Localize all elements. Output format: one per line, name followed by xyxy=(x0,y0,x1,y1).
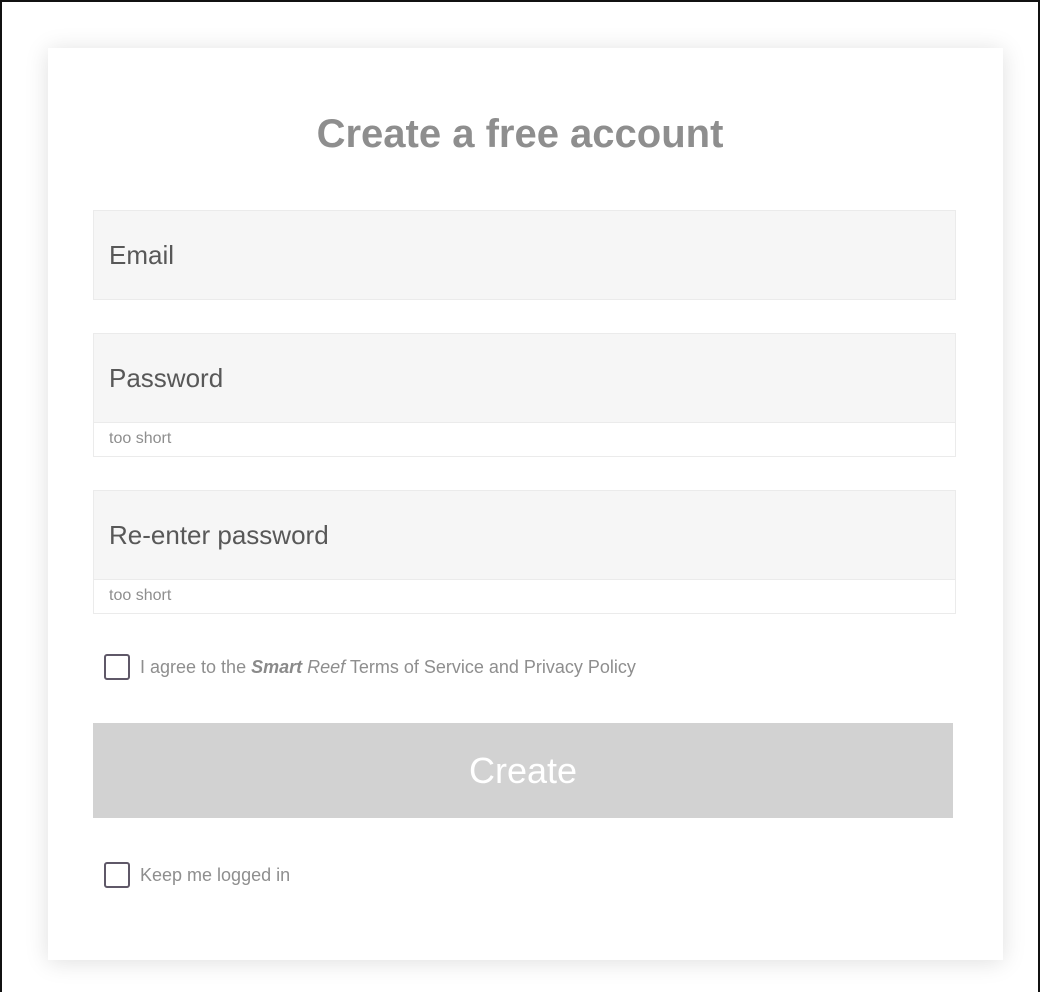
terms-checkbox[interactable] xyxy=(104,654,130,680)
password-field-wrapper: too short xyxy=(93,333,956,457)
keep-logged-in-label[interactable]: Keep me logged in xyxy=(140,865,290,886)
confirm-password-input[interactable] xyxy=(94,491,955,579)
terms-row: I agree to the Smart Reef Terms of Servi… xyxy=(104,654,636,680)
brand-name-reef: Reef xyxy=(302,656,346,677)
page-title: Create a free account xyxy=(316,112,724,156)
keep-logged-in-checkbox[interactable] xyxy=(104,862,130,888)
email-field-wrapper xyxy=(93,210,956,300)
terms-text-before: I agree to the xyxy=(140,656,252,677)
keep-logged-in-row: Keep me logged in xyxy=(104,862,290,888)
create-button[interactable]: Create xyxy=(93,723,953,818)
password-input[interactable] xyxy=(94,334,955,422)
brand-name-smart: Smart xyxy=(251,656,303,677)
confirm-password-field-wrapper: too short xyxy=(93,490,956,614)
terms-label[interactable]: I agree to the Smart Reef Terms of Servi… xyxy=(140,657,636,678)
terms-text-after: Terms of Service and Privacy Policy xyxy=(345,656,636,677)
password-hint: too short xyxy=(94,422,955,456)
email-input[interactable] xyxy=(94,211,955,299)
confirm-password-hint: too short xyxy=(94,579,955,613)
